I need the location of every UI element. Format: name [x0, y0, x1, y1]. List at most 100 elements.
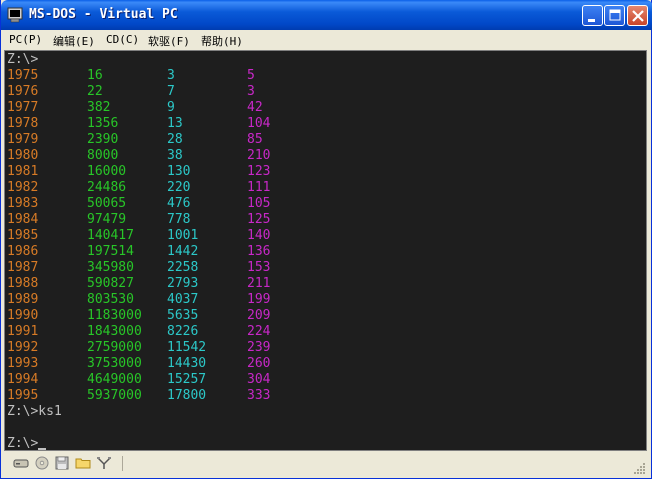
- cd-icon[interactable]: [34, 455, 50, 471]
- console-cell-c: 140: [247, 228, 271, 243]
- menu-floppy[interactable]: 软驱(F): [148, 33, 190, 49]
- console-cell-year: 1993: [7, 356, 39, 371]
- console-cell-b: 14430: [167, 356, 207, 371]
- console-row: 1988 590827 2793 211: [5, 276, 605, 292]
- console-cell-b: 2793: [167, 276, 199, 291]
- console-cell-a: 8000: [87, 148, 119, 163]
- network-icon[interactable]: [96, 455, 112, 471]
- console-cell-b: 2258: [167, 260, 199, 275]
- console-row: 1975 16 3 5: [5, 68, 605, 84]
- console-cell-b: 7: [167, 84, 175, 99]
- console-cell-b: 1001: [167, 228, 199, 243]
- floppy-icon[interactable]: [54, 455, 70, 471]
- console-row: 1990 1183000 5635 209: [5, 308, 605, 324]
- console-cell-c: 260: [247, 356, 271, 371]
- close-button[interactable]: [627, 5, 648, 26]
- console-cell-c: 111: [247, 180, 271, 195]
- console-cell-a: 3753000: [87, 356, 142, 371]
- console-cell-a: 16: [87, 68, 103, 83]
- hard-disk-icon[interactable]: [13, 455, 29, 471]
- console-cell-a: 1843000: [87, 324, 142, 339]
- console-cell-c: 136: [247, 244, 271, 259]
- title-bar[interactable]: MS-DOS - Virtual PC: [1, 0, 652, 30]
- console-cell-a: 24486: [87, 180, 127, 195]
- console-prompt-top: Z:\>: [7, 52, 39, 67]
- console-cell-c: 239: [247, 340, 271, 355]
- console-cell-a: 140417: [87, 228, 134, 243]
- status-separator: [122, 456, 123, 471]
- minimize-icon: [588, 19, 595, 22]
- text-cursor: [38, 448, 47, 450]
- console-cell-c: 85: [247, 132, 263, 147]
- dos-console[interactable]: Z:\> 1975 16 3 5 1976 22 7 3 1977 382 9 42 1978 1356 1…: [4, 50, 647, 451]
- console-cell-year: 1991: [7, 324, 39, 339]
- shared-folder-icon[interactable]: [75, 455, 91, 471]
- window-title: MS-DOS - Virtual PC: [29, 7, 178, 22]
- console-cell-year: 1992: [7, 340, 39, 355]
- console-cell-a: 197514: [87, 244, 134, 259]
- console-cell-c: 209: [247, 308, 271, 323]
- console-cell-b: 11542: [167, 340, 207, 355]
- console-cell-a: 5937000: [87, 388, 142, 403]
- console-cell-b: 3: [167, 68, 175, 83]
- console-cell-a: 16000: [87, 164, 127, 179]
- console-cell-a: 803530: [87, 292, 134, 307]
- console-row: 1989 803530 4037 199: [5, 292, 605, 308]
- console-cell-year: 1980: [7, 148, 39, 163]
- menu-cd[interactable]: CD(C): [106, 33, 139, 46]
- console-cell-year: 1982: [7, 180, 39, 195]
- console-cell-b: 8226: [167, 324, 199, 339]
- console-cell-year: 1986: [7, 244, 39, 259]
- console-cell-year: 1976: [7, 84, 39, 99]
- console-cell-year: 1978: [7, 116, 39, 131]
- virtual-pc-window: MS-DOS - Virtual PC PC(P) 编辑(E) CD(C) 软驱…: [0, 0, 652, 479]
- console-cell-a: 97479: [87, 212, 127, 227]
- console-cell-a: 382: [87, 100, 111, 115]
- menu-edit[interactable]: 编辑(E): [53, 33, 95, 49]
- console-row: 1985 140417 1001 140: [5, 228, 605, 244]
- console-cell-c: 199: [247, 292, 271, 307]
- console-cell-b: 17800: [167, 388, 207, 403]
- console-row: 1977 382 9 42: [5, 100, 605, 116]
- maximize-icon: [609, 9, 621, 21]
- resize-grip-icon[interactable]: [634, 462, 646, 474]
- console-cell-a: 590827: [87, 276, 134, 291]
- minimize-button[interactable]: [582, 5, 603, 26]
- console-cell-b: 476: [167, 196, 191, 211]
- console-row: 1986 197514 1442 136: [5, 244, 605, 260]
- console-cell-b: 38: [167, 148, 183, 163]
- menu-help[interactable]: 帮助(H): [201, 33, 243, 49]
- console-cell-year: 1984: [7, 212, 39, 227]
- console-cell-c: 304: [247, 372, 271, 387]
- console-row: 1982 24486 220 111: [5, 180, 605, 196]
- console-row: 1991 1843000 8226 224: [5, 324, 605, 340]
- console-cell-year: 1977: [7, 100, 39, 115]
- console-row: 1976 22 7 3: [5, 84, 605, 100]
- status-bar: [4, 453, 648, 476]
- console-cell-year: 1975: [7, 68, 39, 83]
- console-row: 1983 50065 476 105: [5, 196, 605, 212]
- console-cell-b: 15257: [167, 372, 207, 387]
- console-command-line: Z:\>ks1: [7, 404, 62, 419]
- console-cell-a: 2759000: [87, 340, 142, 355]
- maximize-button[interactable]: [604, 5, 625, 26]
- console-cell-c: 123: [247, 164, 271, 179]
- console-cell-c: 125: [247, 212, 271, 227]
- msdos-app-icon[interactable]: [7, 7, 23, 23]
- console-cell-b: 778: [167, 212, 191, 227]
- console-cell-b: 28: [167, 132, 183, 147]
- console-cell-c: 210: [247, 148, 271, 163]
- menu-pc[interactable]: PC(P): [9, 33, 42, 46]
- console-row: 1995 5937000 17800 333: [5, 388, 605, 404]
- console-cell-c: 3: [247, 84, 255, 99]
- console-row: 1981 16000 130 123: [5, 164, 605, 180]
- console-cell-year: 1990: [7, 308, 39, 323]
- console-cell-b: 4037: [167, 292, 199, 307]
- console-row: 1987 345980 2258 153: [5, 260, 605, 276]
- console-cell-c: 153: [247, 260, 271, 275]
- console-row: 1978 1356 13 104: [5, 116, 605, 132]
- console-row: 1980 8000 38 210: [5, 148, 605, 164]
- console-cell-b: 1442: [167, 244, 199, 259]
- console-cell-c: 104: [247, 116, 271, 131]
- console-cell-a: 345980: [87, 260, 134, 275]
